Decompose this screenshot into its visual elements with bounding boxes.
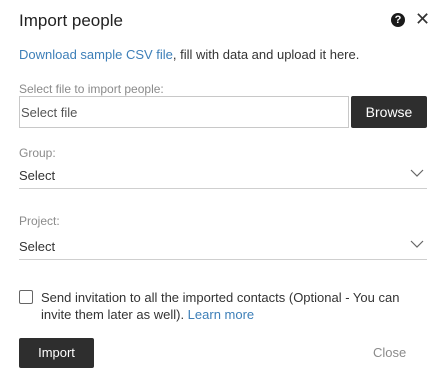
chevron-down-icon bbox=[410, 169, 424, 177]
close-button[interactable]: Close bbox=[373, 345, 406, 360]
file-field-label: Select file to import people: bbox=[19, 82, 164, 96]
browse-button[interactable]: Browse bbox=[351, 96, 427, 128]
file-picker-row: Select file Browse bbox=[19, 96, 427, 128]
project-select[interactable]: Select bbox=[19, 235, 427, 260]
learn-more-link[interactable]: Learn more bbox=[188, 307, 254, 322]
intro-text: Download sample CSV file, fill with data… bbox=[19, 47, 359, 62]
send-invitation-label: Send invitation to all the imported cont… bbox=[41, 289, 421, 323]
group-field-label: Group: bbox=[19, 146, 56, 160]
file-input-placeholder: Select file bbox=[21, 105, 78, 120]
file-input[interactable]: Select file bbox=[19, 96, 349, 128]
question-circle-icon[interactable]: ? bbox=[391, 13, 405, 27]
send-invitation-checkbox[interactable] bbox=[19, 290, 33, 304]
download-sample-csv-link[interactable]: Download sample CSV file bbox=[19, 47, 173, 62]
group-select[interactable]: Select bbox=[19, 164, 427, 189]
import-people-dialog: Import people ? ✕ Download sample CSV fi… bbox=[0, 0, 447, 386]
project-field-label: Project: bbox=[19, 214, 60, 228]
project-select-value: Select bbox=[19, 239, 56, 254]
intro-rest-text: , fill with data and upload it here. bbox=[172, 47, 360, 62]
chevron-down-icon bbox=[410, 240, 424, 248]
import-button[interactable]: Import bbox=[19, 338, 94, 368]
dialog-title: Import people bbox=[19, 11, 123, 30]
group-select-value: Select bbox=[19, 168, 56, 183]
close-icon[interactable]: ✕ bbox=[415, 9, 430, 29]
